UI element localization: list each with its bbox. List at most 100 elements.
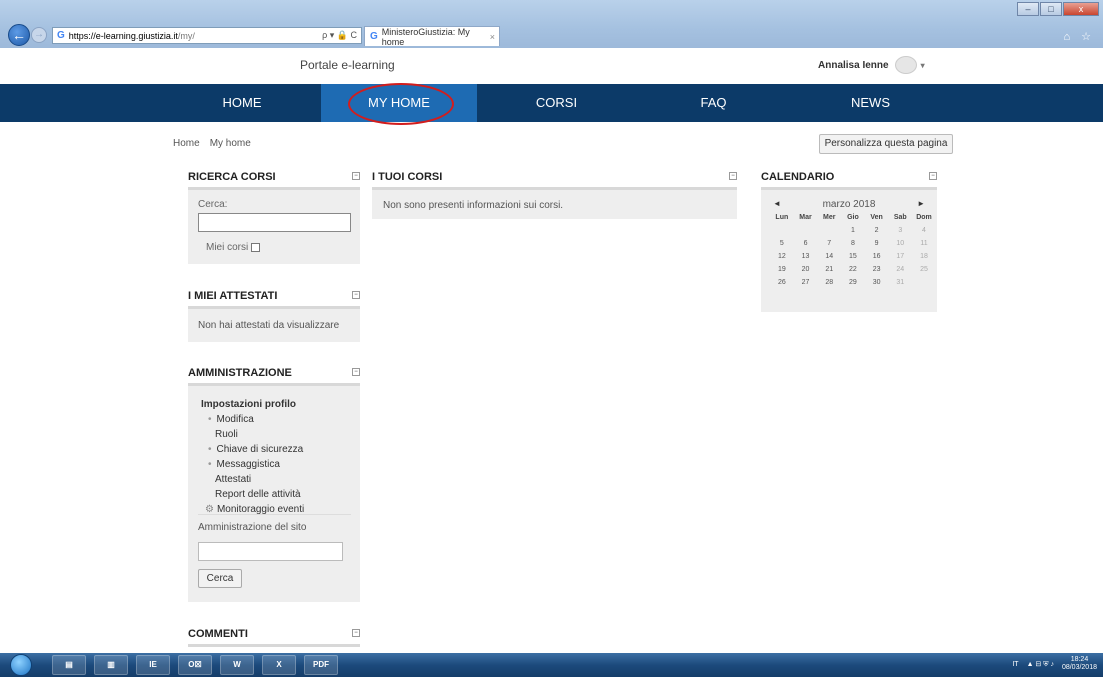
calendar-day[interactable]: 17 <box>888 253 912 266</box>
calendar-day[interactable]: 7 <box>817 240 841 253</box>
next-month-icon[interactable]: ► <box>917 199 925 208</box>
site-admin-link[interactable]: Amministrazione del sito <box>198 522 306 533</box>
calendar-day[interactable]: 9 <box>865 240 889 253</box>
calendar-weekday: Gio <box>847 214 859 221</box>
personalize-button[interactable]: Personalizza questa pagina <box>819 134 953 154</box>
excel-taskbar-icon[interactable]: X <box>262 655 296 675</box>
calendar-day[interactable]: 1 <box>841 227 865 240</box>
calendar-day[interactable]: 20 <box>794 266 818 279</box>
calendar-day[interactable]: 24 <box>888 266 912 279</box>
calendar-day[interactable]: 22 <box>841 266 865 279</box>
clock-time: 18:24 <box>1070 656 1089 663</box>
calendar-day <box>794 227 818 240</box>
calendar-day[interactable]: 5 <box>770 240 794 253</box>
clock[interactable]: 18:24 08/03/2018 <box>1062 656 1097 672</box>
collapse-icon[interactable]: − <box>352 291 360 299</box>
nav-news[interactable]: NEWS <box>792 84 949 122</box>
calendar-day[interactable]: 6 <box>794 240 818 253</box>
miei-corsi-checkbox[interactable] <box>251 242 261 252</box>
calendar-day[interactable]: 25 <box>912 266 936 279</box>
minimize-button[interactable]: – <box>1017 2 1039 16</box>
forward-button[interactable]: → <box>31 27 47 43</box>
admin-item-modifica[interactable]: Modifica <box>201 412 304 427</box>
acrobat-taskbar-icon[interactable]: PDF <box>304 655 338 675</box>
site-header: Portale e-learning Annalisa Ienne ▾ <box>0 48 1103 84</box>
calendar-day <box>912 279 936 292</box>
outlook-taskbar-icon[interactable]: O☒ <box>178 655 212 675</box>
ie-taskbar-icon[interactable]: IE <box>136 655 170 675</box>
calendar-day[interactable]: 16 <box>865 253 889 266</box>
calendar-day[interactable]: 8 <box>841 240 865 253</box>
annotation-circle <box>348 83 454 125</box>
files-taskbar-icon[interactable]: ▥ <box>94 655 128 675</box>
calendar-day[interactable]: 2 <box>865 227 889 240</box>
calendar-day[interactable]: 12 <box>770 253 794 266</box>
tuoi-corsi-header: I TUOI CORSI − <box>372 171 737 190</box>
url-path: /my/ <box>177 30 195 41</box>
back-button[interactable]: ← <box>8 24 30 46</box>
user-menu[interactable]: Annalisa Ienne ▾ <box>818 56 925 74</box>
nav-faq[interactable]: FAQ <box>635 84 792 122</box>
admin-item-attestati[interactable]: Attestati <box>201 472 304 487</box>
calendar-weekday: Dom <box>916 214 932 221</box>
admin-item-report[interactable]: Report delle attività <box>201 487 304 502</box>
calendar-day[interactable]: 18 <box>912 253 936 266</box>
browser-tab[interactable]: G MinisteroGiustizia: My home × <box>364 26 500 47</box>
commenti-header: COMMENTI − <box>188 628 360 647</box>
calendar-day[interactable]: 29 <box>841 279 865 292</box>
portal-title[interactable]: Portale e-learning <box>300 58 395 72</box>
calendar-day[interactable]: 4 <box>912 227 936 240</box>
close-window-button[interactable]: x <box>1063 2 1099 16</box>
admin-search-input[interactable] <box>198 542 343 561</box>
search-input[interactable] <box>198 213 351 232</box>
home-star-icons[interactable]: ⌂ ☆ <box>1063 30 1095 43</box>
calendar-day[interactable]: 19 <box>770 266 794 279</box>
admin-item-messaggistica[interactable]: Messaggistica <box>201 457 304 472</box>
collapse-icon[interactable]: − <box>352 172 360 180</box>
admin-search-button[interactable]: Cerca <box>198 569 242 588</box>
start-button[interactable] <box>10 654 32 676</box>
impostazioni-profilo[interactable]: Impostazioni profilo <box>201 397 304 412</box>
calendar-day[interactable]: 26 <box>770 279 794 292</box>
calendar-month[interactable]: marzo 2018 <box>761 199 937 210</box>
calendar-day[interactable]: 3 <box>888 227 912 240</box>
calendar-weekday: Mer <box>822 214 836 221</box>
address-controls[interactable]: ρ ▾ 🔒 C <box>322 30 361 41</box>
calendar-day[interactable]: 14 <box>817 253 841 266</box>
nav-corsi[interactable]: CORSI <box>478 84 635 122</box>
calendar-day[interactable]: 13 <box>794 253 818 266</box>
calendar-day[interactable]: 30 <box>865 279 889 292</box>
calendar-day[interactable]: 15 <box>841 253 865 266</box>
collapse-icon[interactable]: − <box>929 172 937 180</box>
calendar-day[interactable]: 10 <box>888 240 912 253</box>
close-tab-icon[interactable]: × <box>490 32 495 42</box>
calendar-week-row: 19 20 21 22 23 24 25 <box>770 266 936 279</box>
calendar-day[interactable]: 11 <box>912 240 936 253</box>
explorer-taskbar-icon[interactable]: ▤ <box>52 655 86 675</box>
calendar-weekday: Lun <box>775 214 789 221</box>
calendar-day[interactable]: 27 <box>794 279 818 292</box>
collapse-icon[interactable]: − <box>352 629 360 637</box>
admin-item-chiave[interactable]: Chiave di sicurezza <box>201 442 304 457</box>
word-taskbar-icon[interactable]: W <box>220 655 254 675</box>
clock-date: 08/03/2018 <box>1061 664 1097 671</box>
attestati-message: Non hai attestati da visualizzare <box>198 320 340 331</box>
address-bar[interactable]: G https://e-learning.giustizia.it/my/ ρ … <box>52 27 362 44</box>
breadcrumb-my-home: My home <box>209 138 251 149</box>
admin-item-ruoli[interactable]: Ruoli <box>201 427 304 442</box>
calendar-day[interactable]: 21 <box>817 266 841 279</box>
calendar-day[interactable]: 28 <box>817 279 841 292</box>
collapse-icon[interactable]: − <box>352 368 360 376</box>
calendar-day[interactable]: 23 <box>865 266 889 279</box>
breadcrumb-home[interactable]: Home <box>173 138 200 149</box>
chevron-down-icon: ▾ <box>920 60 925 70</box>
language-indicator[interactable]: IT <box>1012 661 1018 668</box>
miei-corsi-row: Miei corsi <box>206 242 261 253</box>
calendar-day[interactable]: 31 <box>888 279 912 292</box>
collapse-icon[interactable]: − <box>729 172 737 180</box>
maximize-button[interactable]: □ <box>1040 2 1062 16</box>
nav-home[interactable]: HOME <box>164 84 320 122</box>
calendario-header: CALENDARIO − <box>761 171 937 190</box>
tray-icons[interactable]: ▲ ⊟ ⛨ ♪ <box>1027 660 1054 669</box>
tuoi-corsi-message: Non sono presenti informazioni sui corsi… <box>383 200 564 211</box>
